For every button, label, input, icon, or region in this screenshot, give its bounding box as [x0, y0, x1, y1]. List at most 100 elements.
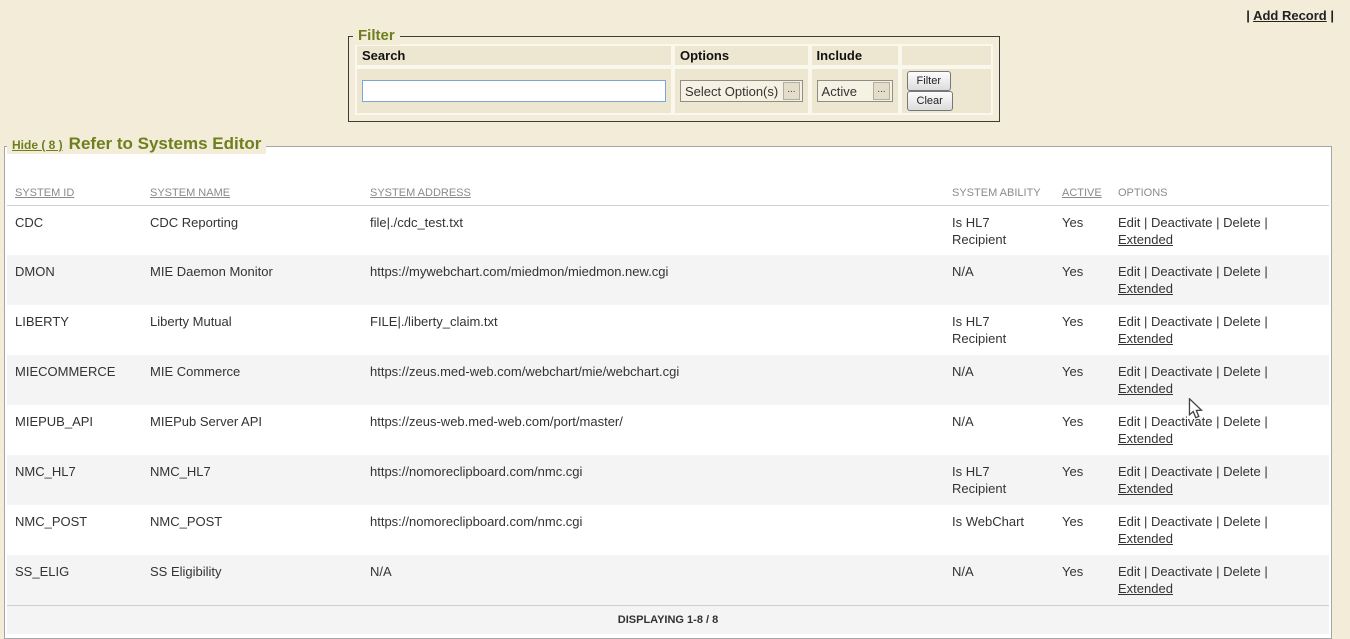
sort-system-address-link[interactable]: SYSTEM ADDRESS — [370, 187, 471, 199]
system-address-cell: https://nomoreclipboard.com/nmc.cgi — [362, 505, 944, 555]
delete-link[interactable]: Delete — [1223, 215, 1261, 230]
extended-link[interactable]: Extended — [1118, 430, 1173, 447]
header-options: OPTIONS — [1110, 149, 1329, 205]
edit-link[interactable]: Edit — [1118, 564, 1140, 579]
system-id-cell: NMC_POST — [7, 505, 142, 555]
delete-link[interactable]: Delete — [1223, 364, 1261, 379]
table-row: MIEPUB_API MIEPub Server API https://zeu… — [7, 405, 1329, 455]
delete-link[interactable]: Delete — [1223, 514, 1261, 529]
system-id-cell: NMC_HL7 — [7, 455, 142, 505]
edit-link[interactable]: Edit — [1118, 364, 1140, 379]
filter-legend: Filter — [353, 27, 400, 45]
include-cell: Active ... — [810, 67, 900, 115]
system-ability-cell: N/A — [944, 405, 1054, 455]
search-cell — [355, 67, 673, 115]
options-column-header: Options — [673, 44, 810, 67]
header-system-name: SYSTEM NAME — [142, 149, 362, 205]
system-address-cell: FILE|./liberty_claim.txt — [362, 305, 944, 355]
system-ability-cell: Is WebChart — [944, 505, 1054, 555]
active-cell: Yes — [1054, 355, 1110, 405]
include-select[interactable]: Active ... — [817, 80, 893, 102]
add-record-link[interactable]: Add Record — [1253, 8, 1327, 23]
system-id-cell: MIECOMMERCE — [7, 355, 142, 405]
header-system-id: SYSTEM ID — [7, 149, 142, 205]
system-name-cell: MIE Daemon Monitor — [142, 255, 362, 305]
search-column-header: Search — [355, 44, 673, 67]
include-select-value: Active — [822, 84, 857, 99]
deactivate-link[interactable]: Deactivate — [1151, 314, 1212, 329]
system-ability-cell: N/A — [944, 255, 1054, 305]
filter-fieldset: Filter Search Options Include Select Opt… — [348, 36, 1000, 122]
table-row: MIECOMMERCE MIE Commerce https://zeus.me… — [7, 355, 1329, 405]
pipe-left: | — [1246, 8, 1250, 23]
deactivate-link[interactable]: Deactivate — [1151, 264, 1212, 279]
delete-link[interactable]: Delete — [1223, 314, 1261, 329]
page-title: Refer to Systems Editor — [69, 135, 262, 153]
edit-link[interactable]: Edit — [1118, 414, 1140, 429]
delete-link[interactable]: Delete — [1223, 264, 1261, 279]
deactivate-link[interactable]: Deactivate — [1151, 364, 1212, 379]
delete-link[interactable]: Delete — [1223, 464, 1261, 479]
system-ability-cell: Is HL7 Recipient — [944, 455, 1054, 505]
search-input[interactable] — [362, 80, 666, 102]
deactivate-link[interactable]: Deactivate — [1151, 464, 1212, 479]
header-active: ACTIVE — [1054, 149, 1110, 205]
system-ability-cell: N/A — [944, 355, 1054, 405]
system-address-cell: https://nomoreclipboard.com/nmc.cgi — [362, 455, 944, 505]
topbar: | Add Record | — [0, 0, 1350, 24]
table-row: SS_ELIG SS Eligibility N/A N/A Yes Edit … — [7, 555, 1329, 605]
sort-system-name-link[interactable]: SYSTEM NAME — [150, 187, 230, 199]
sort-active-link[interactable]: ACTIVE — [1062, 187, 1102, 199]
system-name-cell: Liberty Mutual — [142, 305, 362, 355]
system-name-cell: MIE Commerce — [142, 355, 362, 405]
table-footer-row: DISPLAYING 1-8 / 8 — [7, 605, 1329, 634]
extended-link[interactable]: Extended — [1118, 330, 1173, 347]
clear-button[interactable]: Clear — [907, 91, 953, 111]
extended-link[interactable]: Extended — [1118, 480, 1173, 497]
system-name-cell: NMC_POST — [142, 505, 362, 555]
sort-system-id-link[interactable]: SYSTEM ID — [15, 187, 74, 199]
include-ellipsis-button: ... — [873, 82, 889, 100]
system-address-cell: https://mywebchart.com/miedmon/miedmon.n… — [362, 255, 944, 305]
systems-fieldset: Hide ( 8 ) Refer to Systems Editor SYSTE… — [4, 146, 1332, 639]
edit-link[interactable]: Edit — [1118, 464, 1140, 479]
active-cell: Yes — [1054, 455, 1110, 505]
delete-link[interactable]: Delete — [1223, 414, 1261, 429]
hide-link[interactable]: Hide ( 8 ) — [12, 136, 63, 154]
include-column-header: Include — [810, 44, 900, 67]
system-address-cell: https://zeus.med-web.com/webchart/mie/we… — [362, 355, 944, 405]
options-cell: Edit | Deactivate | Delete | Extended — [1110, 405, 1329, 455]
filter-buttons-cell: Filter Clear — [900, 67, 993, 115]
edit-link[interactable]: Edit — [1118, 314, 1140, 329]
displaying-status: DISPLAYING 1-8 / 8 — [7, 605, 1329, 634]
options-select[interactable]: Select Option(s) ... — [680, 80, 803, 102]
active-cell: Yes — [1054, 305, 1110, 355]
options-cell: Edit | Deactivate | Delete | Extended — [1110, 455, 1329, 505]
active-cell: Yes — [1054, 205, 1110, 255]
systems-legend: Hide ( 8 ) Refer to Systems Editor — [7, 135, 266, 154]
active-cell: Yes — [1054, 405, 1110, 455]
edit-link[interactable]: Edit — [1118, 215, 1140, 230]
edit-link[interactable]: Edit — [1118, 514, 1140, 529]
active-cell: Yes — [1054, 505, 1110, 555]
table-row: DMON MIE Daemon Monitor https://mywebcha… — [7, 255, 1329, 305]
delete-link[interactable]: Delete — [1223, 564, 1261, 579]
extended-link[interactable]: Extended — [1118, 580, 1173, 597]
system-address-cell: file|./cdc_test.txt — [362, 205, 944, 255]
system-id-cell: SS_ELIG — [7, 555, 142, 605]
deactivate-link[interactable]: Deactivate — [1151, 564, 1212, 579]
options-cell: Edit | Deactivate | Delete | Extended — [1110, 505, 1329, 555]
options-cell: Edit | Deactivate | Delete | Extended — [1110, 555, 1329, 605]
table-row: LIBERTY Liberty Mutual FILE|./liberty_cl… — [7, 305, 1329, 355]
deactivate-link[interactable]: Deactivate — [1151, 514, 1212, 529]
extended-link[interactable]: Extended — [1118, 530, 1173, 547]
system-ability-cell: N/A — [944, 555, 1054, 605]
system-name-cell: SS Eligibility — [142, 555, 362, 605]
extended-link[interactable]: Extended — [1118, 231, 1173, 248]
extended-link[interactable]: Extended — [1118, 380, 1173, 397]
edit-link[interactable]: Edit — [1118, 264, 1140, 279]
extended-link[interactable]: Extended — [1118, 280, 1173, 297]
options-ellipsis-button: ... — [783, 82, 799, 100]
filter-button[interactable]: Filter — [907, 71, 951, 91]
deactivate-link[interactable]: Deactivate — [1151, 215, 1212, 230]
